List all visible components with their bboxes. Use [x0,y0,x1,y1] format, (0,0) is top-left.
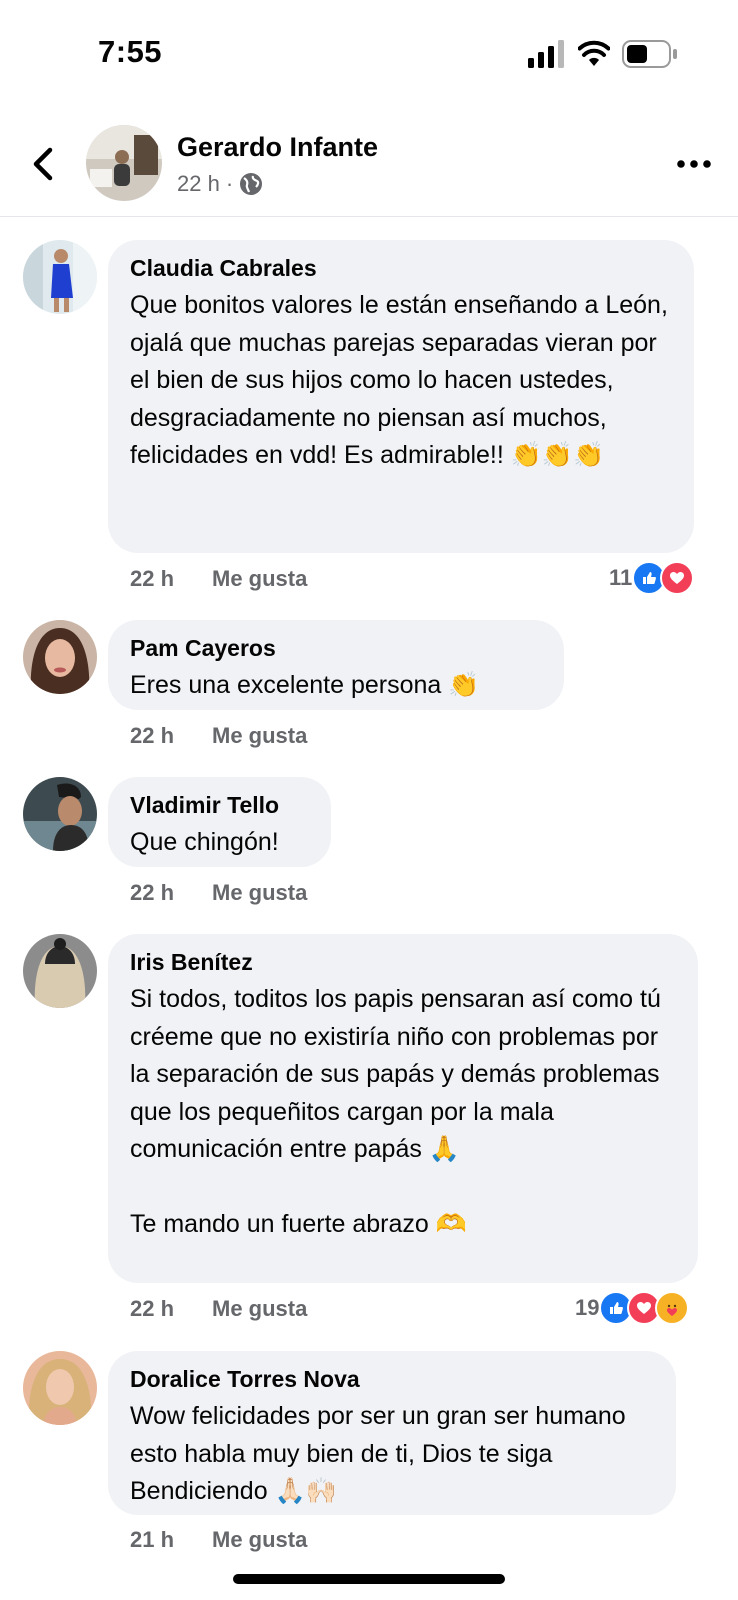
reactions-summary[interactable]: 11 [609,561,695,595]
commenter-avatar[interactable] [23,240,97,314]
globe-icon [240,173,263,195]
comment-time[interactable]: 22 h [130,723,174,748]
commenter-name[interactable]: Claudia Cabrales [130,253,672,283]
comment-actions: 22 h Me gusta [130,723,307,749]
commenter-avatar[interactable] [23,934,97,1008]
meta-separator: · [225,171,234,196]
like-button[interactable]: Me gusta [212,1296,307,1322]
commenter-avatar[interactable] [23,777,97,851]
status-bar: 7:55 [0,0,738,110]
wifi-icon [578,40,610,66]
comment-time[interactable]: 22 h [130,880,174,905]
comment-text: Eres una excelente persona 👏 [130,671,480,699]
author-name[interactable]: Gerardo Infante [177,132,378,163]
battery-icon [622,40,677,68]
commenter-name[interactable]: Vladimir Tello [130,790,309,820]
comment-bubble: Vladimir Tello Que chingón! [108,777,331,867]
more-options-icon[interactable] [675,151,715,177]
comment-actions: 22 h Me gusta [130,880,307,906]
post-header: Gerardo Infante 22 h · [0,116,738,217]
cellular-signal-icon [528,40,564,68]
comment-time[interactable]: 22 h [130,566,174,591]
comment-actions: 22 h Me gusta [130,566,307,592]
comment-actions: 21 h Me gusta [130,1527,307,1553]
status-time: 7:55 [98,34,163,69]
commenter-name[interactable]: Pam Cayeros [130,633,542,663]
commenter-name[interactable]: Iris Benítez [130,947,676,977]
home-indicator[interactable] [233,1574,505,1584]
reaction-count: 11 [609,565,633,590]
post-meta: 22 h · [177,171,263,197]
comment-bubble: Pam Cayeros Eres una excelente persona 👏 [108,620,564,710]
comment-time[interactable]: 21 h [130,1527,174,1552]
post-time[interactable]: 22 h [177,171,220,197]
comment-text: Que bonitos valores le están enseñando a… [130,291,668,469]
care-icon [655,1291,690,1325]
like-button[interactable]: Me gusta [212,880,307,906]
comment-bubble: Claudia Cabrales Que bonitos valores le … [108,240,694,553]
love-icon [660,561,695,595]
reactions-summary[interactable]: 19 [575,1291,690,1325]
commenter-avatar[interactable] [23,620,97,694]
comment-text: Wow felicidades por ser un gran ser huma… [130,1402,626,1505]
author-avatar[interactable] [86,125,162,201]
comment-text: Que chingón! [130,828,279,856]
comment-bubble: Doralice Torres Nova Wow felicidades por… [108,1351,676,1515]
like-button[interactable]: Me gusta [212,1527,307,1553]
back-arrow-icon[interactable] [28,144,62,184]
comment-text: Si todos, toditos los papis pensaran así… [130,985,661,1238]
comment-bubble: Iris Benítez Si todos, toditos los papis… [108,934,698,1283]
like-button[interactable]: Me gusta [212,723,307,749]
like-button[interactable]: Me gusta [212,566,307,592]
reaction-count: 19 [575,1295,600,1320]
comment-time[interactable]: 22 h [130,1296,174,1321]
commenter-name[interactable]: Doralice Torres Nova [130,1364,654,1394]
comment-actions: 22 h Me gusta [130,1296,307,1322]
commenter-avatar[interactable] [23,1351,97,1425]
